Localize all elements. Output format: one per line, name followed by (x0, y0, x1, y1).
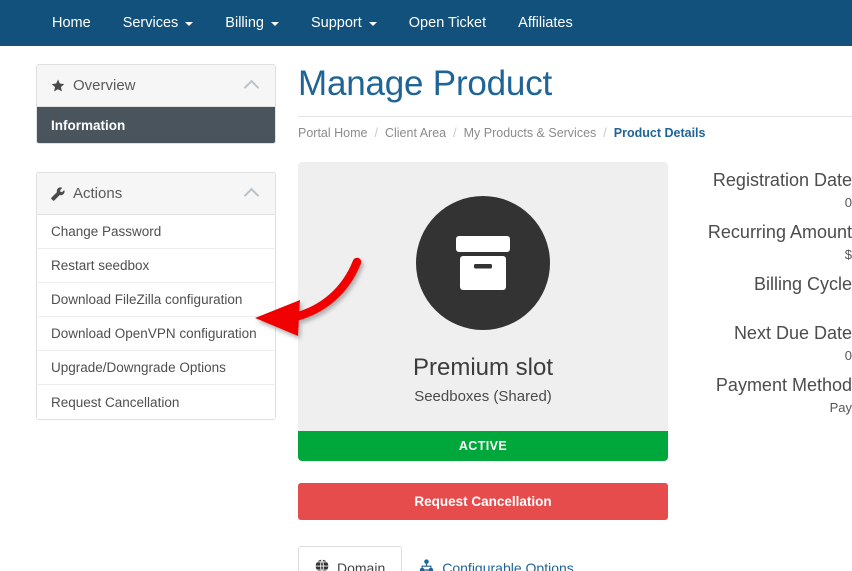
sitemap-icon (419, 559, 434, 571)
content-columns: Premium slot Seedboxes (Shared) ACTIVE R… (298, 162, 852, 571)
nav-item-services[interactable]: Services (107, 0, 210, 46)
detail-label-registration-date: Registration Date (712, 170, 852, 190)
actions-panel: Actions Change Password Restart seedbox … (36, 172, 276, 420)
tab-label: Configurable Options (442, 559, 574, 571)
tab-label: Domain (337, 559, 386, 571)
details-spacer (694, 307, 852, 321)
detail-value-next-due-date: 0 (844, 348, 852, 363)
overview-panel-header[interactable]: Overview (37, 65, 275, 107)
breadcrumb-item-my-products-services[interactable]: My Products & Services (464, 126, 597, 140)
sidebar-item-label: Download FileZilla configuration (51, 292, 243, 307)
chevron-up-icon[interactable] (243, 79, 260, 96)
main-navbar: Home Services Billing Support Open Ticke… (0, 0, 852, 46)
product-column: Premium slot Seedboxes (Shared) ACTIVE R… (298, 162, 668, 571)
sidebar-item-restart-seedbox[interactable]: Restart seedbox (37, 249, 275, 283)
nav-item-support[interactable]: Support (295, 0, 393, 46)
sidebar-item-download-openvpn-configuration[interactable]: Download OpenVPN configuration (37, 317, 275, 351)
nav-item-label: Affiliates (518, 15, 573, 31)
overview-panel: Overview Information (36, 64, 276, 144)
breadcrumb-separator: / (374, 126, 378, 140)
sidebar-item-label: Information (51, 117, 126, 133)
nav-item-label: Support (310, 15, 362, 31)
detail-value-registration-date: 0 (844, 195, 852, 210)
sidebar-item-download-filezilla-configuration[interactable]: Download FileZilla configuration (37, 283, 275, 317)
main-content: Manage Product Portal Home / Client Area… (276, 64, 852, 571)
product-card: Premium slot Seedboxes (Shared) (298, 162, 668, 431)
details-column: Registration Date 0 Recurring Amount $ B… (694, 162, 852, 571)
sidebar-item-label: Change Password (51, 224, 162, 239)
breadcrumb-separator: / (453, 126, 457, 140)
nav-item-label: Home (52, 15, 91, 31)
sidebar: Overview Information Actions Change Pass… (36, 64, 276, 448)
archive-box-icon (416, 196, 550, 330)
detail-label-next-due-date: Next Due Date (733, 323, 852, 343)
nav-item-billing[interactable]: Billing (209, 0, 295, 46)
title-divider (298, 116, 852, 117)
sidebar-item-label: Download OpenVPN configuration (51, 326, 257, 341)
breadcrumb-separator: / (603, 126, 607, 140)
page-title: Manage Product (298, 64, 553, 103)
chevron-down-icon (185, 22, 194, 26)
globe-icon (315, 559, 329, 571)
sidebar-item-upgrade-downgrade-options[interactable]: Upgrade/Downgrade Options (37, 351, 275, 385)
chevron-down-icon (270, 22, 279, 26)
page-body: Overview Information Actions Change Pass… (0, 46, 852, 571)
detail-label-payment-method: Payment Method (715, 375, 852, 395)
product-group: Seedboxes (Shared) (414, 388, 552, 405)
request-cancellation-button[interactable]: Request Cancellation (298, 483, 668, 520)
nav-item-label: Billing (225, 15, 264, 31)
tab-configurable-options[interactable]: Configurable Options (402, 546, 591, 571)
detail-label-billing-cycle: Billing Cycle (753, 274, 852, 294)
chevron-down-icon (368, 22, 377, 26)
sidebar-item-information[interactable]: Information (37, 107, 275, 143)
chevron-up-icon[interactable] (243, 187, 260, 204)
nav-item-affiliates[interactable]: Affiliates (502, 0, 589, 46)
overview-panel-title: Overview (73, 77, 136, 94)
tab-domain[interactable]: Domain (298, 546, 403, 571)
detail-value-recurring-amount: $ (844, 247, 852, 262)
breadcrumb-item-client-area[interactable]: Client Area (385, 126, 446, 140)
sidebar-item-label: Request Cancellation (51, 394, 180, 410)
actions-panel-header[interactable]: Actions (37, 173, 275, 215)
sidebar-item-request-cancellation[interactable]: Request Cancellation (37, 385, 275, 419)
nav-item-open-ticket[interactable]: Open Ticket (393, 0, 502, 46)
sidebar-item-label: Upgrade/Downgrade Options (51, 360, 226, 375)
breadcrumb-item-product-details: Product Details (613, 126, 706, 140)
detail-label-recurring-amount: Recurring Amount (707, 222, 852, 242)
detail-value-payment-method: Pay (829, 400, 852, 415)
product-tabs: Domain Configurable Options (298, 546, 668, 571)
product-name: Premium slot (412, 354, 554, 381)
nav-item-home[interactable]: Home (36, 0, 107, 46)
breadcrumb-item-portal-home[interactable]: Portal Home (298, 126, 367, 140)
sidebar-item-label: Restart seedbox (51, 258, 150, 273)
nav-item-label: Services (122, 15, 179, 31)
status-badge: ACTIVE (298, 431, 668, 461)
wrench-icon (51, 186, 69, 201)
product-details-list: Registration Date 0 Recurring Amount $ B… (694, 170, 852, 415)
actions-panel-title: Actions (73, 185, 123, 202)
breadcrumb: Portal Home / Client Area / My Products … (298, 126, 852, 140)
nav-item-label: Open Ticket (408, 15, 487, 31)
sidebar-item-change-password[interactable]: Change Password (37, 215, 275, 249)
star-icon (51, 79, 69, 93)
